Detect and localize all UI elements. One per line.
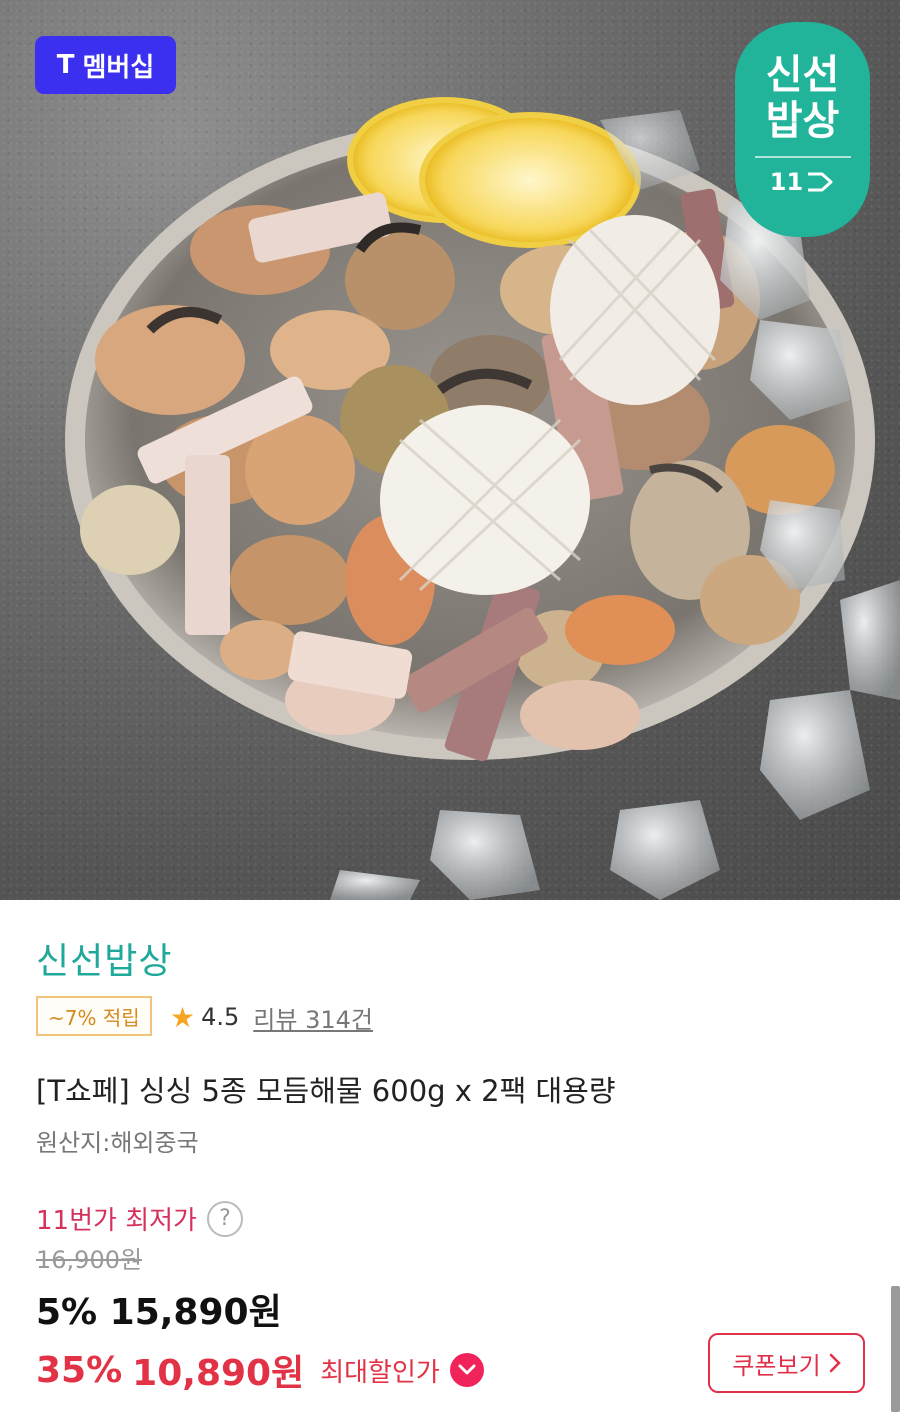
rating-score: 4.5 [201, 1003, 240, 1031]
chevron-right-icon [829, 1353, 841, 1373]
max-discount-amount: 10,890원 [132, 1353, 305, 1394]
seller-name[interactable]: 신선밥상 [36, 932, 172, 984]
max-discount-percent: 35% [36, 1349, 123, 1391]
eleven-st-logo: 11 [735, 168, 870, 196]
max-discount-price[interactable]: 35% 10,890원 최대할인가 [36, 1344, 484, 1396]
t-logo-icon: T [56, 50, 75, 80]
logo-text: 11 [769, 168, 804, 196]
coupon-button[interactable]: 쿠폰보기 [708, 1333, 865, 1393]
rating[interactable]: ★ 4.5 리뷰 314건 [170, 999, 373, 1035]
brand-divider [754, 156, 851, 158]
t-membership-badge[interactable]: T 멤버십 [35, 36, 176, 94]
max-discount-label: 최대할인가 [320, 1357, 440, 1388]
product-image[interactable]: T 멤버십 신선 밥상 11 [0, 0, 900, 900]
coupon-button-label: 쿠폰보기 [732, 1351, 821, 1380]
brand-badge: 신선 밥상 11 [735, 22, 870, 237]
points-badge: ~7% 적립 [36, 996, 152, 1036]
original-price: 16,900원 [36, 1246, 143, 1274]
arrow-logo-icon [808, 172, 833, 192]
lowest-price-label: 11번가 최저가 ? [36, 1200, 243, 1237]
review-link[interactable]: 리뷰 314건 [253, 1000, 373, 1035]
help-icon[interactable]: ? [206, 1200, 243, 1237]
chevron-down-icon[interactable] [449, 1353, 484, 1387]
sale-price: 5% 15,890원 [36, 1292, 282, 1333]
brand-line2: 밥상 [765, 98, 840, 144]
brand-line1: 신선 [765, 52, 840, 98]
star-icon: ★ [170, 1000, 196, 1034]
origin-info: 원산지:해외중국 [36, 1129, 199, 1157]
lowest-price-text: 11번가 최저가 [36, 1206, 197, 1236]
scrollbar[interactable] [891, 1286, 900, 1412]
product-title: [T쇼페] 싱싱 5종 모듬해물 600g x 2팩 대용량 [36, 1074, 616, 1108]
membership-label: 멤버십 [82, 52, 155, 83]
